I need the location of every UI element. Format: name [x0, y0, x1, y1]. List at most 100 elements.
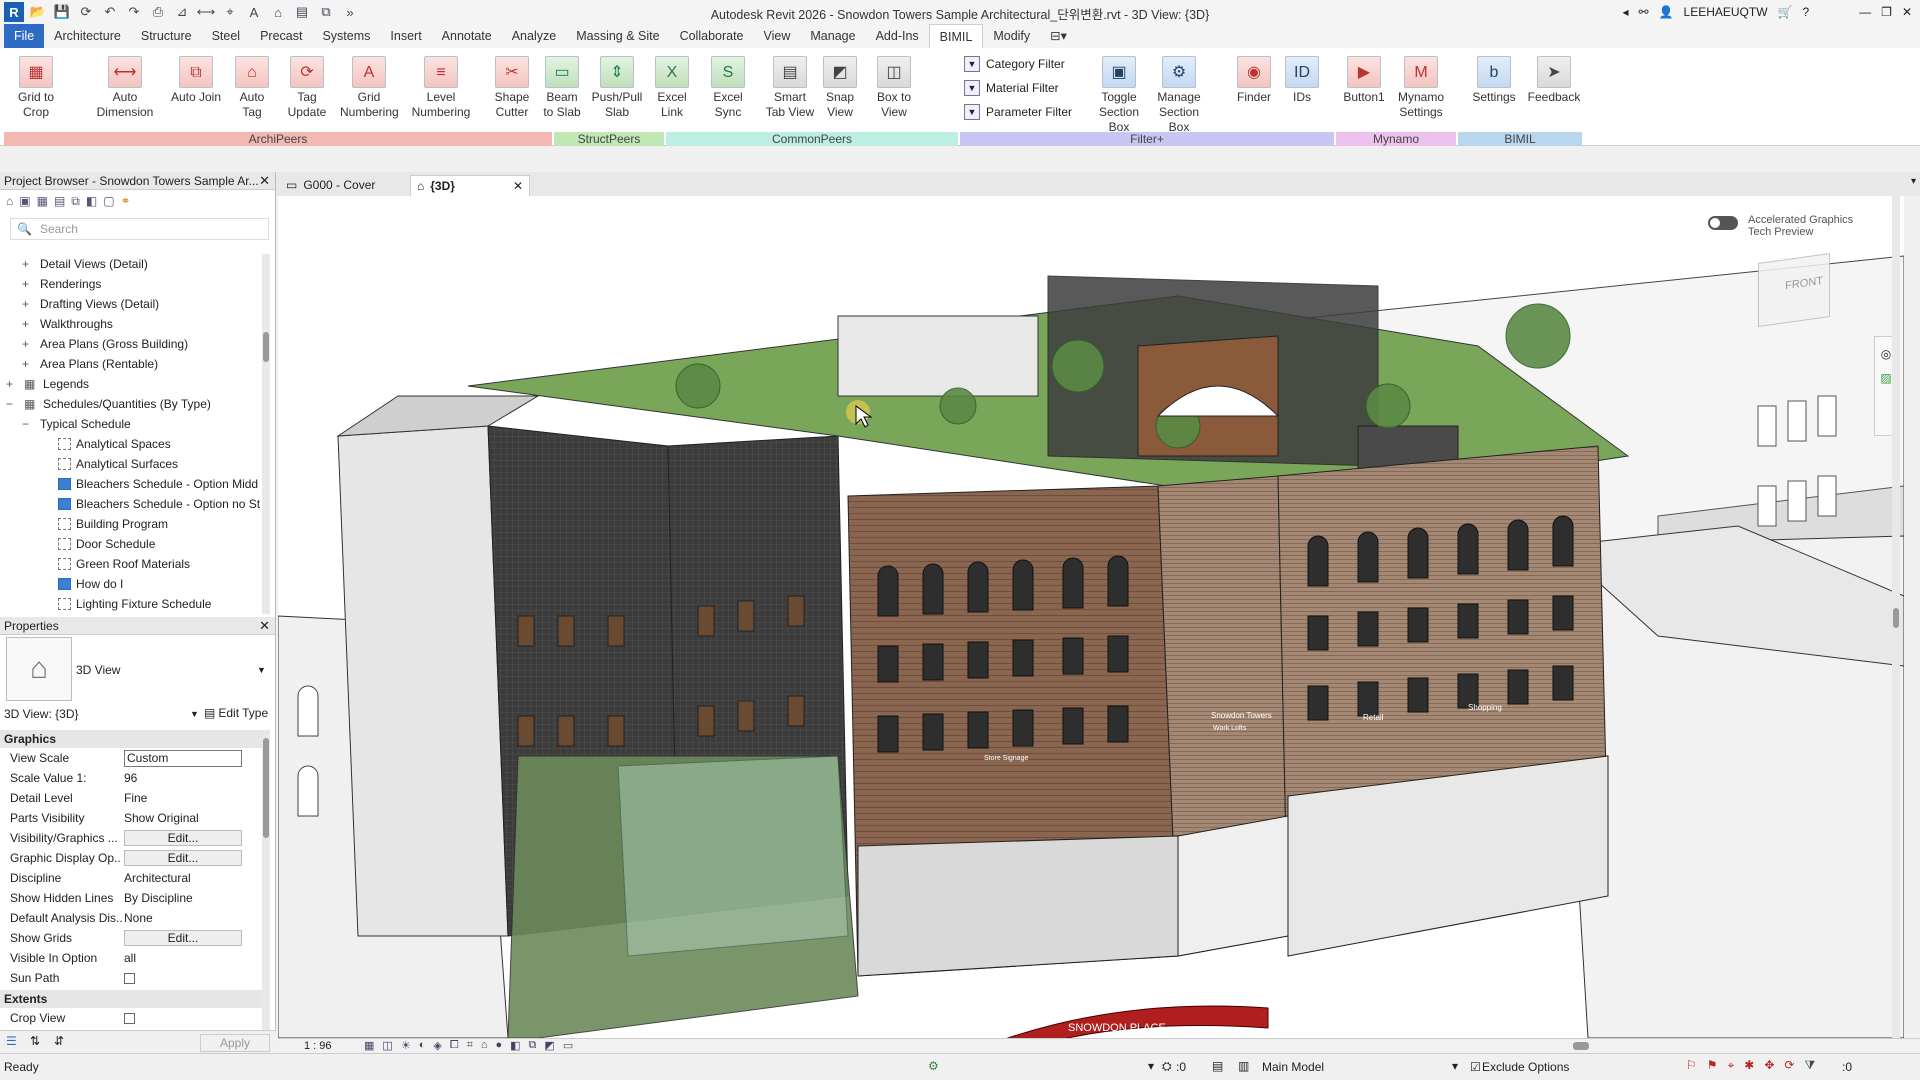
cart-icon[interactable]: 🛒 [1778, 5, 1793, 19]
apply-button[interactable]: Apply [200, 1034, 270, 1052]
dimension-qat-icon[interactable]: ⟷ [196, 2, 216, 22]
property-value[interactable]: Architectural [124, 868, 242, 888]
tab-modify[interactable]: Modify [983, 24, 1040, 48]
excel-sync-button[interactable]: S Excel Sync [700, 56, 756, 120]
tab-annotate[interactable]: Annotate [432, 24, 502, 48]
lock-3d-icon[interactable]: ⌂ [481, 1039, 488, 1052]
schedules-icon[interactable]: ▤ [54, 194, 65, 208]
tab-add-ins[interactable]: Add-Ins [866, 24, 929, 48]
redo-icon[interactable]: ↷ [124, 2, 144, 22]
list-item[interactable]: + Detail Views (Detail) [0, 254, 262, 274]
sun-path-icon[interactable]: ☀ [401, 1039, 411, 1052]
property-value[interactable]: Custom [124, 750, 242, 767]
home-icon[interactable]: ⌂ [6, 194, 13, 208]
finder-button[interactable]: ◉ Finder [1228, 56, 1280, 105]
panel-commonpeers[interactable]: CommonPeers [666, 132, 958, 146]
property-value[interactable]: None [124, 908, 242, 928]
scroll-thumb[interactable] [1893, 608, 1899, 628]
active-design-option[interactable]: Main Model [1262, 1060, 1324, 1074]
temp-hide-icon[interactable]: ● [495, 1039, 502, 1052]
view-scale[interactable]: 1 : 96 [304, 1040, 332, 1052]
property-value[interactable]: all [124, 948, 242, 968]
filter-icon[interactable]: ⧩ [1804, 1058, 1815, 1073]
open-icon[interactable]: 📂 [28, 2, 48, 22]
list-item[interactable]: + Walkthroughs [0, 314, 262, 334]
restore-icon[interactable]: ❐ [1881, 5, 1892, 19]
tag-button[interactable]: ⌂ Auto Tag [230, 56, 274, 120]
minimize-icon[interactable]: — [1859, 5, 1871, 19]
tabs-menu-icon[interactable]: ▾ [1911, 176, 1916, 187]
3d-view-icon[interactable]: ⌂ [268, 2, 288, 22]
list-item[interactable]: − ▦ Schedules/Quantities (By Type) [0, 394, 262, 414]
select-underlay-icon[interactable]: ⚑ [1707, 1058, 1718, 1073]
list-item[interactable]: + Renderings [0, 274, 262, 294]
type-name[interactable]: 3D View [76, 663, 120, 677]
graphics-section[interactable]: Graphics [0, 730, 262, 748]
browser-search[interactable]: 🔍 Search [10, 218, 269, 240]
drag-elements-icon[interactable]: ✥ [1764, 1058, 1774, 1073]
push-pull-button[interactable]: ⇕ Push/Pull Slab [590, 56, 644, 120]
save-icon[interactable]: 💾 [52, 2, 72, 22]
tab-structure[interactable]: Structure [131, 24, 202, 48]
property-checkbox[interactable] [124, 1008, 242, 1028]
tab-massing-site[interactable]: Massing & Site [566, 24, 669, 48]
reveal-hidden-icon[interactable]: ◧ [510, 1039, 520, 1052]
expand-icon[interactable]: + [22, 274, 29, 294]
beam-slab-button[interactable]: ▭ Beam to Slab [540, 56, 584, 120]
property-value[interactable]: Show Original [124, 808, 242, 828]
collapse-icon[interactable]: − [22, 414, 29, 434]
property-value[interactable]: By Discipline [124, 888, 242, 908]
sync-icon[interactable]: ⟳ [76, 2, 96, 22]
list-item[interactable]: Building Program [0, 514, 262, 534]
ids-button[interactable]: ID IDs [1280, 56, 1324, 105]
property-value[interactable]: 96 [124, 768, 242, 788]
show-crop-icon[interactable]: ⌗ [467, 1039, 473, 1052]
tab-g000-cover[interactable]: ▭ G000 - Cover [280, 175, 412, 196]
parameter-filter-button[interactable]: ▼ Parameter Filter [964, 104, 1072, 120]
chevron-down-icon[interactable]: ▾ [1148, 1059, 1154, 1073]
sort-desc-icon[interactable]: ⇵ [54, 1034, 64, 1048]
box-view-button[interactable]: ◫ Box to View [872, 56, 916, 120]
list-item[interactable]: How do I [0, 574, 262, 594]
snap-view-button[interactable]: ◩ Snap View [818, 56, 862, 120]
list-item[interactable]: + Drafting Views (Detail) [0, 294, 262, 314]
tab-file[interactable]: File [4, 24, 45, 48]
tab-bimil[interactable]: BIMIL [928, 24, 984, 48]
tag-qat-icon[interactable]: ⌖ [220, 2, 240, 22]
tab-3d[interactable]: ⌂ {3D} ✕ [410, 175, 530, 196]
background-process-icon[interactable]: ⟳ [1784, 1058, 1794, 1073]
join-button[interactable]: ⧉ Auto Join [168, 56, 224, 105]
list-item[interactable]: Bleachers Schedule - Option Midd [0, 474, 262, 494]
canvas-hscrollbar[interactable] [598, 1041, 1898, 1051]
measure-icon[interactable]: ⊿ [172, 2, 192, 22]
tab-analyze[interactable]: Analyze [502, 24, 566, 48]
mynamo-button[interactable]: M Mynamo Settings [1392, 56, 1450, 120]
shape-cutter-button[interactable]: ✂ Shape Cutter [488, 56, 536, 120]
sort-icon[interactable]: ⇅ [30, 1034, 40, 1048]
expand-icon[interactable]: + [22, 294, 29, 314]
canvas-vscrollbar[interactable] [1892, 196, 1900, 1038]
panel-structpeers[interactable]: StructPeers [554, 132, 664, 146]
section-box-button[interactable]: ▣ Toggle Section Box [1088, 56, 1150, 135]
highlight-icon[interactable]: ◩ [544, 1039, 554, 1052]
exclude-options-checkbox[interactable]: ☑ [1470, 1060, 1481, 1074]
edit-button[interactable]: Edit... [124, 930, 242, 946]
expand-qat-icon[interactable]: » [340, 2, 360, 22]
list-item[interactable]: − Typical Schedule [0, 414, 262, 434]
detail-level-icon[interactable]: ▦ [364, 1039, 374, 1052]
crop-view-icon[interactable]: ⧠ [450, 1039, 459, 1052]
properties-help-icon[interactable]: ☰ [6, 1034, 17, 1048]
category-filter-button[interactable]: ▼ Category Filter [964, 56, 1065, 72]
chevron-down-icon[interactable]: ▼ [257, 665, 266, 675]
active-option-icon[interactable]: ▥ [1238, 1059, 1249, 1073]
expand-icon[interactable]: + [6, 374, 13, 394]
tab-close-icon[interactable]: ✕ [513, 176, 523, 197]
extents-section[interactable]: Extents [0, 990, 262, 1008]
list-item[interactable]: + ▦ Legends [0, 374, 262, 394]
list-item[interactable]: + Area Plans (Gross Building) [0, 334, 262, 354]
revit-logo-icon[interactable]: R [4, 2, 24, 22]
list-item[interactable]: Lighting Fixture Schedule [0, 594, 262, 614]
user-icon[interactable]: 👤 [1659, 5, 1674, 19]
browser-scrollbar[interactable] [262, 254, 270, 614]
link-icon[interactable]: ⚭ [121, 194, 131, 208]
